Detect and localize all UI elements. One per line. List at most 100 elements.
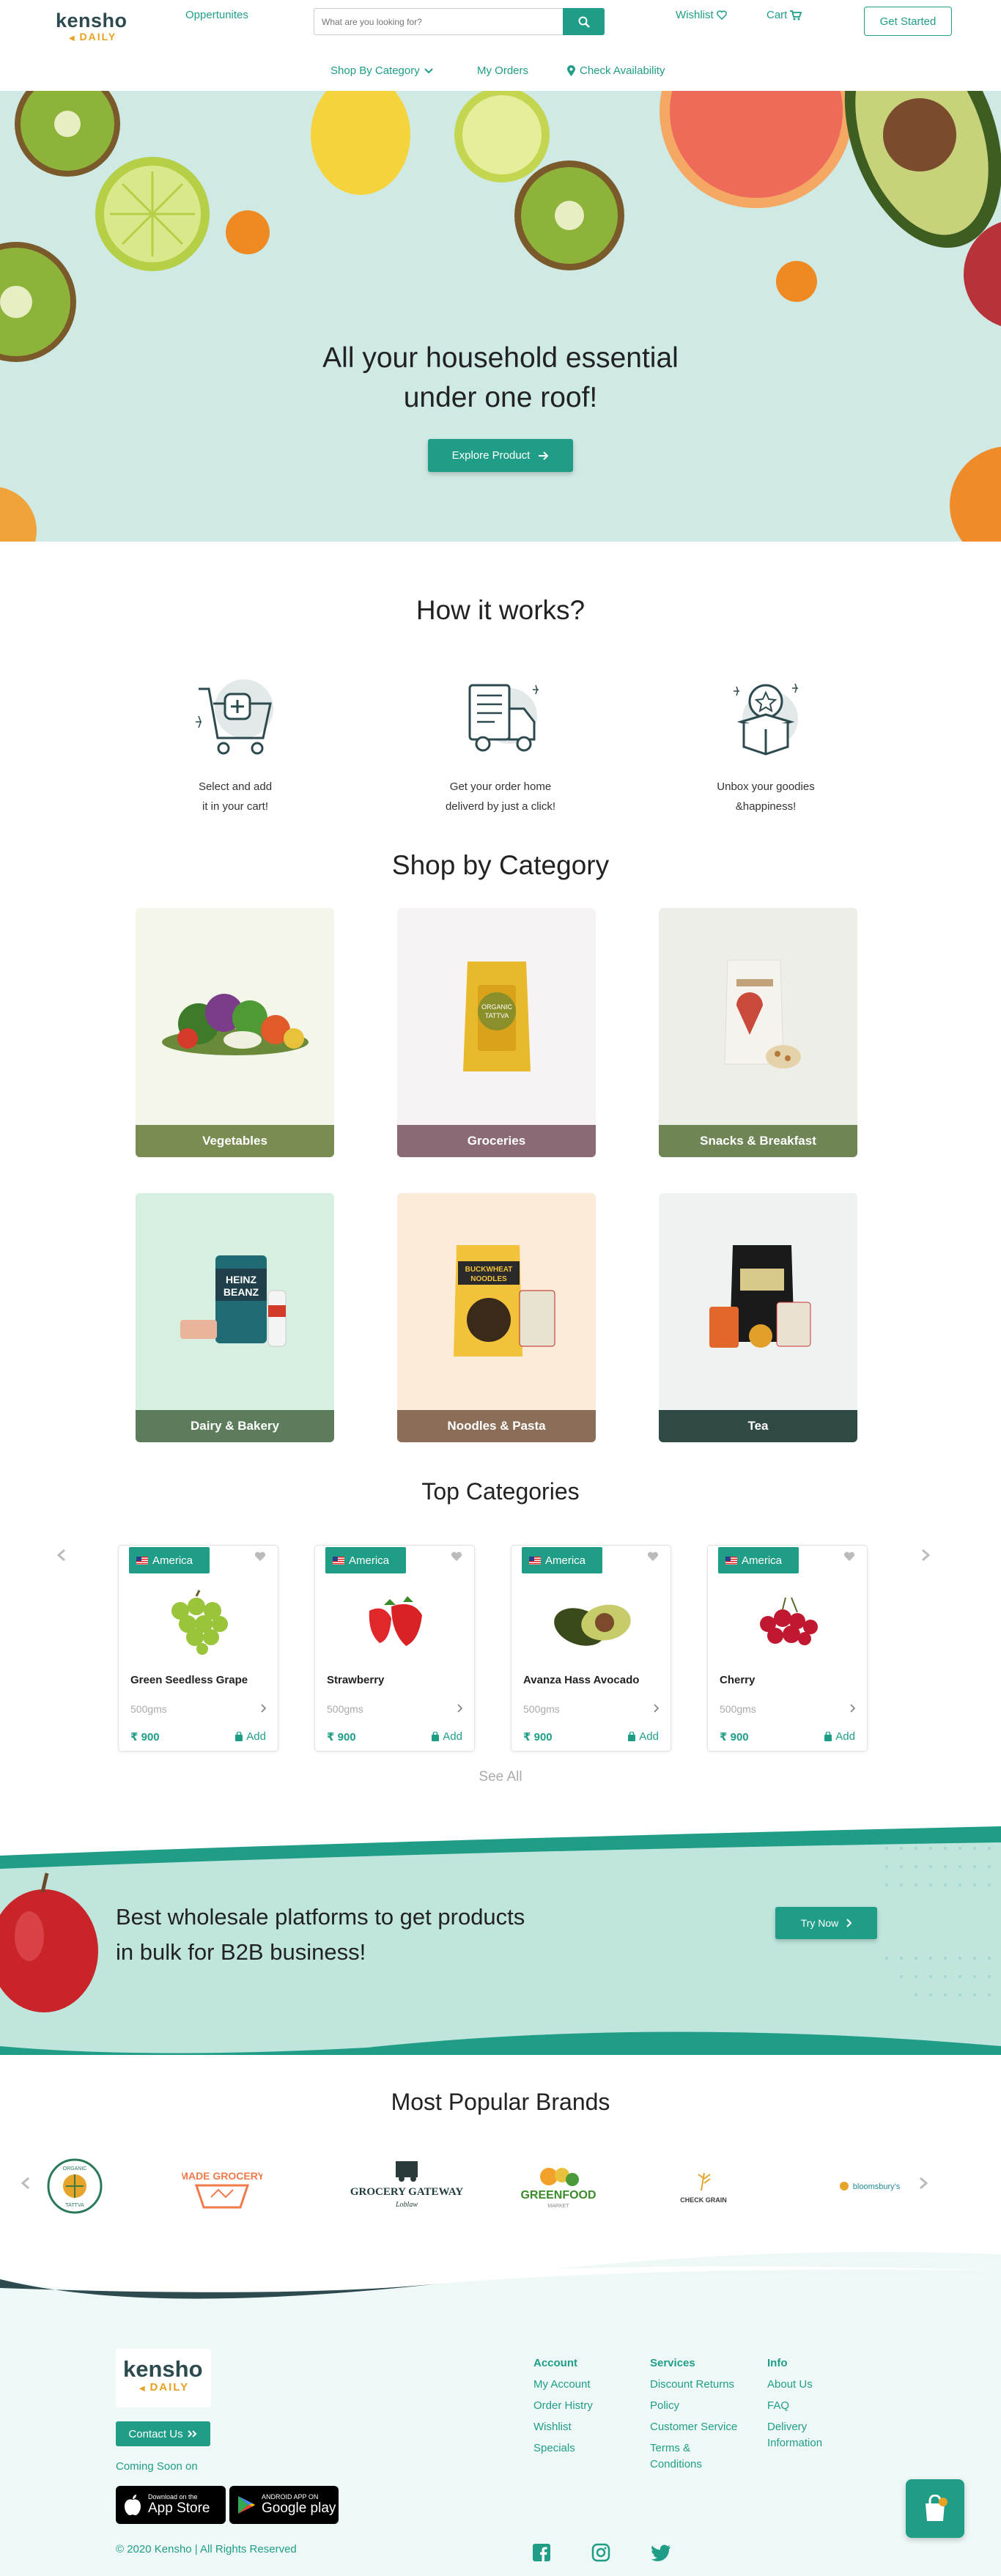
wishlist-link[interactable]: Wishlist bbox=[676, 9, 727, 21]
svg-text:ORGANIC: ORGANIC bbox=[481, 1003, 512, 1011]
chevron-right-icon[interactable] bbox=[653, 1704, 659, 1713]
nav-check-availability-label: Check Availability bbox=[580, 64, 665, 77]
explore-product-button[interactable]: Explore Product bbox=[428, 439, 573, 472]
brand-text: ORGANIC bbox=[63, 2166, 87, 2171]
tea-image bbox=[659, 1193, 857, 1410]
heart-icon[interactable] bbox=[451, 1551, 462, 1562]
footer-link-faq[interactable]: FAQ bbox=[767, 2395, 822, 2416]
try-now-button[interactable]: Try Now bbox=[775, 1907, 877, 1939]
popular-brands-title: Most Popular Brands bbox=[391, 2089, 610, 2115]
add-to-cart-button[interactable]: Add bbox=[627, 1730, 659, 1743]
footer-link-delivery-information[interactable]: Delivery Information bbox=[767, 2419, 822, 2451]
add-to-cart-button[interactable]: Add bbox=[824, 1730, 855, 1743]
category-card-tea[interactable]: Tea bbox=[659, 1193, 857, 1442]
floating-cart-button[interactable] bbox=[906, 2479, 964, 2538]
footer-link-my-account[interactable]: My Account bbox=[533, 2374, 593, 2395]
chevron-right-icon[interactable] bbox=[849, 1704, 855, 1713]
shopping-bag-icon bbox=[432, 1732, 440, 1741]
heart-icon[interactable] bbox=[843, 1551, 855, 1562]
app-store-button[interactable]: Download on the App Store bbox=[116, 2486, 226, 2524]
app-store-label: App Store bbox=[148, 2501, 210, 2516]
brands-next-icon[interactable] bbox=[918, 2177, 928, 2190]
b2b-title: Best wholesale platforms to get products… bbox=[116, 1904, 525, 1965]
product-price: ₹ 900 bbox=[720, 1731, 749, 1743]
chevron-right-icon[interactable] bbox=[457, 1704, 462, 1713]
svg-text:NOODLES: NOODLES bbox=[470, 1275, 507, 1283]
instagram-icon[interactable] bbox=[591, 2543, 610, 2562]
chevron-right-icon[interactable] bbox=[260, 1704, 266, 1713]
get-started-button[interactable]: Get Started bbox=[864, 7, 952, 36]
product-name: Avanza Hass Avocado bbox=[523, 1674, 640, 1686]
product-card[interactable]: America Cherry 500gms ₹ 900 Add bbox=[707, 1545, 868, 1752]
category-card-noodles-pasta[interactable]: BUCKWHEAT NOODLES Noodles & Pasta bbox=[397, 1193, 596, 1442]
carousel-next-icon[interactable] bbox=[920, 1549, 931, 1562]
opportunities-link[interactable]: Oppertunites bbox=[185, 9, 248, 21]
apple-icon bbox=[125, 2495, 141, 2516]
delivery-truck-icon bbox=[468, 684, 539, 752]
add-to-cart-button[interactable]: Add bbox=[234, 1730, 266, 1743]
product-card[interactable]: America Avanza Hass Avocado 500gms ₹ 900… bbox=[511, 1545, 671, 1752]
heart-icon[interactable] bbox=[254, 1551, 266, 1562]
brand-logo-greenfood[interactable]: GREENFOOD MARKET bbox=[511, 2157, 606, 2215]
heart-icon[interactable] bbox=[647, 1551, 659, 1562]
product-card[interactable]: America Strawberry 500gms ₹ 900 Add bbox=[314, 1545, 475, 1752]
search-input[interactable] bbox=[314, 8, 563, 35]
google-play-button[interactable]: ANDROID APP ON Google play bbox=[229, 2486, 339, 2524]
category-label: Vegetables bbox=[136, 1125, 334, 1157]
category-card-groceries[interactable]: ORGANIC TATTVA Groceries bbox=[397, 908, 596, 1157]
footer-link-specials[interactable]: Specials bbox=[533, 2437, 593, 2459]
product-weight: 500gms bbox=[523, 1703, 560, 1715]
google-play-small-label: ANDROID APP ON bbox=[262, 2493, 319, 2501]
logo-subtitle: ◀ DAILY bbox=[69, 31, 117, 43]
heart-icon bbox=[716, 10, 727, 20]
brands-prev-icon[interactable] bbox=[21, 2177, 31, 2190]
footer-link-wishlist[interactable]: Wishlist bbox=[533, 2416, 593, 2437]
carousel-prev-icon[interactable] bbox=[56, 1549, 67, 1562]
nav-check-availability[interactable]: Check Availability bbox=[567, 64, 665, 77]
footer-link-about-us[interactable]: About Us bbox=[767, 2374, 822, 2395]
category-card-dairy-bakery[interactable]: HEINZ BEANZ Dairy & Bakery bbox=[136, 1193, 334, 1442]
twitter-icon[interactable] bbox=[651, 2544, 671, 2562]
brand-logo-made-grocery[interactable]: MADE GROCERY bbox=[182, 2157, 262, 2215]
kensho-logo[interactable]: kensho ◀ DAILY bbox=[56, 10, 127, 45]
brand-logo-organic-tattva[interactable]: ORGANIC TATTVA bbox=[43, 2157, 107, 2215]
main-nav: Shop By Category My Orders Check Availab… bbox=[0, 64, 1001, 82]
search-icon bbox=[578, 16, 590, 28]
top-categories-title: Top Categories bbox=[421, 1478, 580, 1505]
category-card-vegetables[interactable]: Vegetables bbox=[136, 908, 334, 1157]
nav-shop-by-category[interactable]: Shop By Category bbox=[330, 64, 433, 77]
search-button[interactable] bbox=[563, 8, 605, 35]
footer-link-customer-service[interactable]: Customer Service bbox=[650, 2416, 737, 2437]
product-image bbox=[148, 1585, 249, 1658]
site-header: kensho ◀ DAILY Oppertunites Wishlist Car… bbox=[0, 0, 1001, 89]
category-label: Groceries bbox=[397, 1125, 596, 1157]
nav-my-orders[interactable]: My Orders bbox=[477, 64, 528, 77]
nav-shop-by-category-label: Shop By Category bbox=[330, 64, 420, 77]
origin-badge: America bbox=[129, 1547, 210, 1573]
shopping-bag-icon bbox=[235, 1732, 243, 1741]
footer-link-terms[interactable]: Terms & Conditions bbox=[650, 2440, 737, 2473]
hero-title: All your household essential under one ro… bbox=[322, 342, 679, 413]
add-to-cart-button[interactable]: Add bbox=[431, 1730, 462, 1743]
footer-link-order-history[interactable]: Order Histry bbox=[533, 2395, 593, 2416]
facebook-icon[interactable] bbox=[532, 2543, 551, 2562]
brand-text: MADE GROCERY bbox=[182, 2170, 262, 2182]
google-play-label: Google play bbox=[262, 2501, 336, 2516]
contact-us-button[interactable]: Contact Us bbox=[116, 2421, 210, 2446]
footer-logo[interactable]: kensho ◀ DAILY bbox=[116, 2349, 211, 2407]
footer-link-discount-returns[interactable]: Discount Returns bbox=[650, 2374, 737, 2395]
footer-link-policy[interactable]: Policy bbox=[650, 2395, 737, 2416]
how-it-works-title: How it works? bbox=[415, 595, 586, 625]
contact-us-label: Contact Us bbox=[128, 2427, 183, 2440]
us-flag-icon bbox=[725, 1556, 737, 1565]
see-all-link[interactable]: See All bbox=[0, 1769, 1001, 1785]
cart-link[interactable]: Cart bbox=[767, 9, 802, 21]
product-weight: 500gms bbox=[720, 1703, 756, 1715]
brand-logo-check-grain[interactable]: CHECK GRAIN bbox=[671, 2157, 736, 2215]
brand-logo-bloomsbury[interactable]: bloomsbury's bbox=[835, 2157, 909, 2215]
category-card-snacks-breakfast[interactable]: Snacks & Breakfast bbox=[659, 908, 857, 1157]
brand-logo-grocery-gateway[interactable]: GROCERY GATEWAY Loblaw bbox=[344, 2157, 469, 2215]
product-price: ₹ 900 bbox=[523, 1731, 553, 1743]
product-card[interactable]: America Green Seedless Grape 500gms ₹ 90… bbox=[118, 1545, 278, 1752]
gift-box-icon bbox=[734, 683, 798, 756]
